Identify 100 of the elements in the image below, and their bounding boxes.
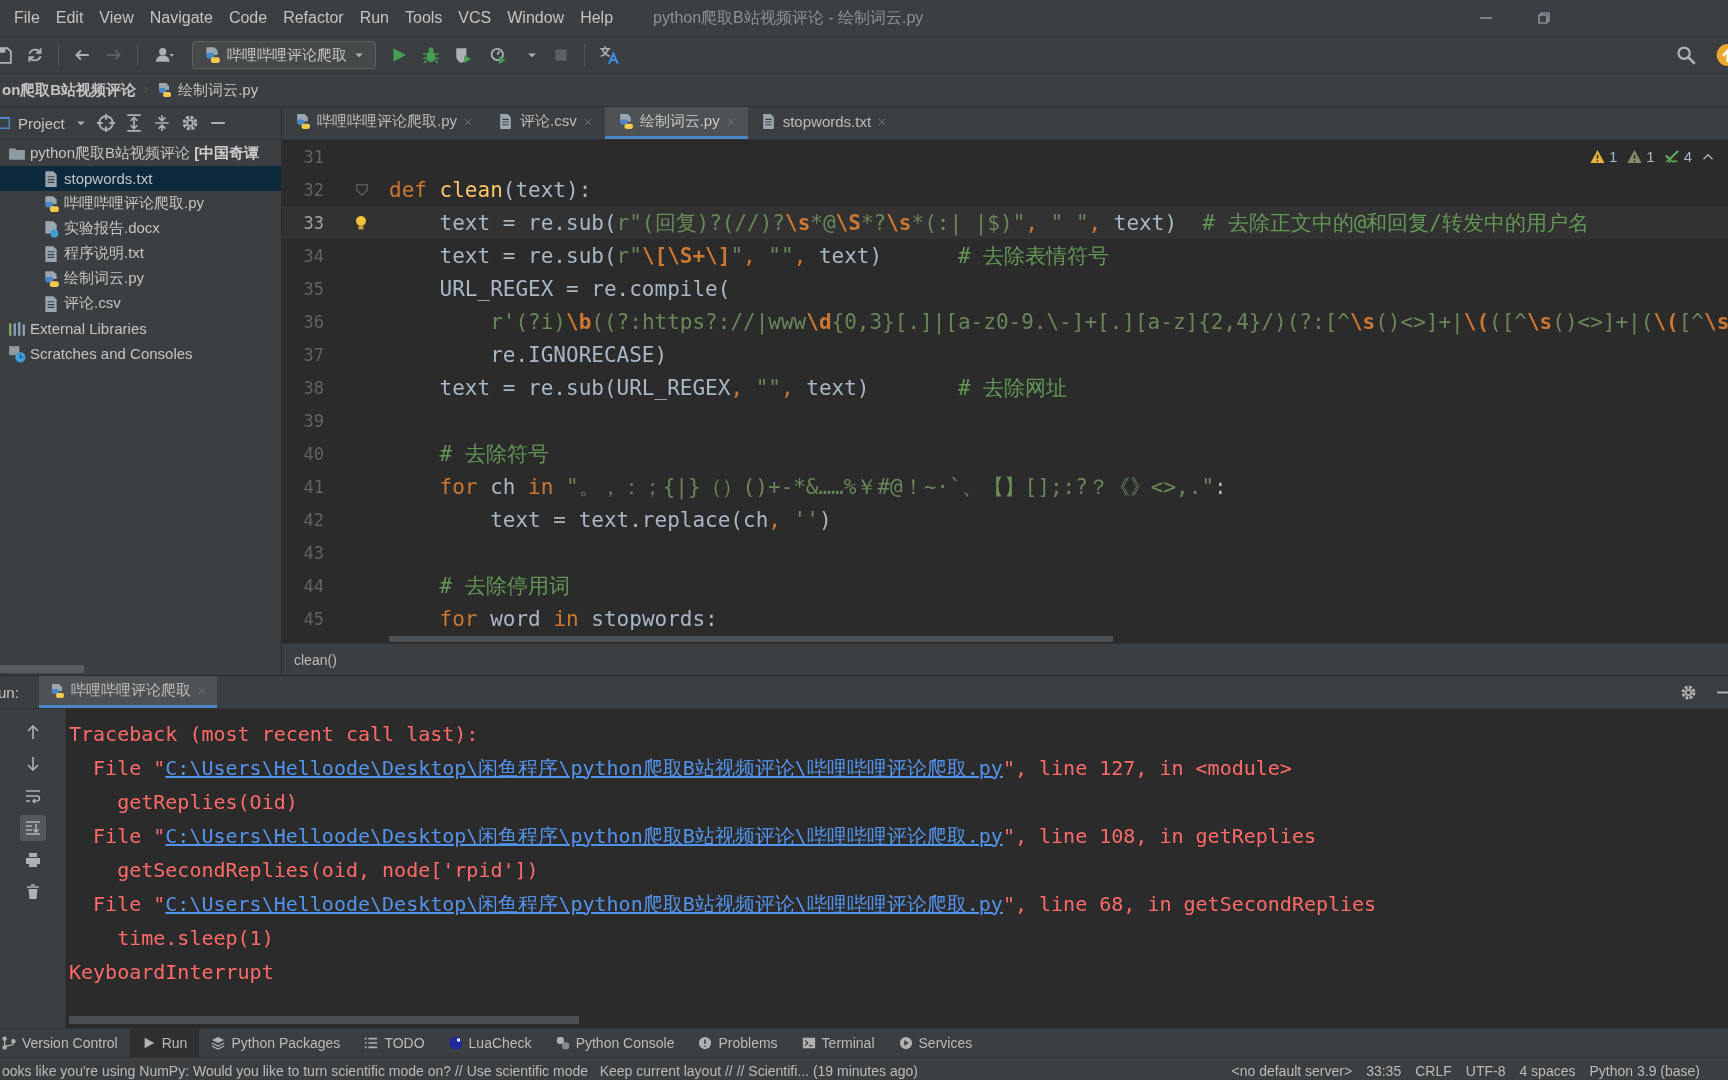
run-icon[interactable] bbox=[390, 46, 408, 64]
code-editor[interactable] bbox=[282, 140, 1728, 643]
menu-item[interactable]: Edit bbox=[47, 9, 92, 27]
check-icon[interactable] bbox=[1664, 149, 1680, 164]
file-link[interactable]: C:\Users\Helloode\Desktop\闲鱼程序\python爬取B站视频评论\哔哩哔哩评论爬取.py bbox=[165, 822, 1003, 850]
breadcrumb-item[interactable]: on爬取B站视频评论 bbox=[2, 80, 137, 100]
line-number: 32 bbox=[302, 179, 324, 200]
settings-icon[interactable] bbox=[1680, 683, 1697, 701]
status-message: ooks like you're using NumPy: Would you like to turn scientific mode on? // Use scientific mode Keep current layout // // Scientifi... (19 minutes ago) bbox=[2, 1063, 918, 1079]
editor-tab[interactable]: stopwords.txt bbox=[747, 107, 900, 139]
crosshair-icon[interactable] bbox=[96, 114, 115, 132]
menu-item[interactable]: Run bbox=[351, 9, 397, 27]
tree-item[interactable]: 哔哩哔哩评论爬取.py bbox=[0, 191, 281, 216]
menu-item[interactable]: File bbox=[6, 9, 48, 27]
expand-all-icon[interactable] bbox=[124, 114, 143, 132]
trash-icon bbox=[24, 884, 41, 900]
warning-icon[interactable] bbox=[1589, 149, 1605, 164]
project-view-dropdown[interactable]: Project bbox=[18, 114, 65, 132]
menu-item[interactable]: Help bbox=[572, 9, 622, 27]
settings-icon[interactable] bbox=[180, 114, 199, 132]
python-file-icon bbox=[294, 113, 311, 130]
status-item[interactable]: 4 spaces bbox=[1519, 1063, 1576, 1079]
status-item[interactable]: 33:35 bbox=[1366, 1063, 1402, 1079]
console-line: File "C:\Users\Helloode\Desktop\闲鱼程序\python爬取B站视频评论\哔哩哔哩评论爬取.py", line 127, in <module> bbox=[92, 753, 1293, 784]
shield-run-icon[interactable] bbox=[454, 46, 472, 64]
status-item[interactable]: CRLF bbox=[1415, 1063, 1452, 1079]
menu-item[interactable]: Navigate bbox=[141, 9, 221, 27]
tool-window-tab[interactable]: LuaCheck bbox=[436, 1029, 544, 1057]
run-configuration-dropdown[interactable]: 哔哩哔哩评论爬取 bbox=[192, 41, 376, 69]
status-item[interactable]: <no default server> bbox=[1231, 1063, 1353, 1079]
line-number: 41 bbox=[302, 476, 324, 497]
breadcrumb-item[interactable]: 绘制词云.py bbox=[178, 80, 259, 100]
menu-item[interactable]: Refactor bbox=[275, 9, 352, 27]
file-link[interactable]: C:\Users\Helloode\Desktop\闲鱼程序\python爬取B站视频评论\哔哩哔哩评论爬取.py bbox=[165, 754, 1003, 782]
console-line: getReplies(Oid) bbox=[116, 789, 299, 816]
menu-item[interactable]: Window bbox=[499, 9, 573, 27]
inspection-count[interactable]: 1 bbox=[1646, 148, 1655, 165]
line-number: 33 bbox=[302, 212, 324, 233]
text-file-icon bbox=[42, 169, 60, 188]
tree-item[interactable]: 绘制词云.py bbox=[0, 266, 281, 291]
alert-icon bbox=[698, 1036, 713, 1050]
scrollbar[interactable] bbox=[69, 1016, 579, 1024]
line-number: 40 bbox=[302, 443, 324, 464]
tool-window-tab[interactable]: Problems bbox=[686, 1029, 790, 1057]
warning-icon[interactable] bbox=[1627, 149, 1643, 164]
restore-icon[interactable] bbox=[1536, 10, 1552, 26]
tree-item[interactable]: 实验报告.docx bbox=[0, 216, 281, 241]
status-item[interactable]: UTF-8 bbox=[1465, 1063, 1506, 1079]
code-line: text = re.sub(r"\[\S+\]", "", text) # 去除表情符号 bbox=[438, 242, 1110, 270]
editor-tab[interactable]: 哔哩哔哩评论爬取.py bbox=[282, 107, 485, 139]
lightbulb-icon[interactable] bbox=[353, 213, 369, 232]
terminal-icon bbox=[801, 1036, 816, 1050]
bug-icon[interactable] bbox=[422, 46, 440, 64]
tool-window-tab[interactable]: Run bbox=[129, 1029, 200, 1057]
tool-window-tab[interactable]: Terminal bbox=[789, 1029, 887, 1057]
collapse-all-icon[interactable] bbox=[152, 114, 171, 132]
menu-item[interactable]: View bbox=[91, 9, 142, 27]
breadcrumb-item[interactable]: clean() bbox=[294, 651, 337, 668]
code-line: def clean(text): bbox=[389, 177, 592, 202]
python-file-icon bbox=[156, 82, 173, 98]
run-tab[interactable]: 哔哩哔哩评论爬取 bbox=[38, 676, 217, 708]
tree-item[interactable]: 评论.csv bbox=[0, 291, 281, 316]
code-line: r'(?i)\b((?:https?://|www\d{0,3}[.]|[a-z0-9.\-]+[.][a-z]{2,4}/)(?:[^\s()<>]+|\(([^\s()<>]+|(\([^\s bbox=[489, 309, 1728, 334]
refresh-icon[interactable] bbox=[26, 46, 44, 64]
scrollbar[interactable] bbox=[389, 636, 1113, 642]
console-line: KeyboardInterrupt bbox=[69, 959, 275, 986]
inspection-count[interactable]: 1 bbox=[1608, 148, 1618, 165]
tool-window-tab[interactable]: Version Control bbox=[0, 1029, 130, 1057]
code-line: re.IGNORECASE) bbox=[489, 342, 668, 367]
tool-window-tab[interactable]: Services bbox=[886, 1029, 985, 1057]
status-item[interactable]: Python 3.9 (base) bbox=[1589, 1063, 1700, 1079]
soft-wrap-icon bbox=[24, 788, 41, 804]
tree-item[interactable]: stopwords.txt bbox=[0, 166, 281, 191]
tree-item[interactable]: External Libraries bbox=[0, 316, 281, 341]
editor-tab[interactable]: 绘制词云.py bbox=[604, 107, 748, 139]
tree-item[interactable]: python爬取B站视频评论 [中国奇谭 bbox=[0, 141, 281, 166]
menu-item[interactable]: Tools bbox=[397, 9, 451, 27]
tree-item[interactable]: Scratches and Consoles bbox=[0, 341, 281, 366]
python-icon bbox=[555, 1036, 570, 1050]
tool-window-tab[interactable]: Python Console bbox=[543, 1029, 687, 1057]
line-number: 44 bbox=[302, 575, 324, 596]
tree-item[interactable]: 程序说明.txt bbox=[0, 241, 281, 266]
arrow-down-icon bbox=[24, 756, 41, 772]
python-file-icon bbox=[42, 194, 60, 213]
tool-window-tab[interactable]: TODO bbox=[352, 1029, 437, 1057]
code-line: text = re.sub(URL_REGEX, "", text) # 去除网址 bbox=[438, 374, 1068, 402]
file-link[interactable]: C:\Users\Helloode\Desktop\闲鱼程序\python爬取B站视频评论\哔哩哔哩评论爬取.py bbox=[165, 890, 1003, 918]
translate-icon[interactable] bbox=[599, 45, 619, 65]
inspection-count[interactable]: 4 bbox=[1683, 148, 1692, 165]
line-number: 43 bbox=[302, 542, 324, 563]
menu-item[interactable]: Code bbox=[220, 9, 276, 27]
document-icon bbox=[42, 219, 60, 238]
line-number: 39 bbox=[302, 410, 324, 431]
menu-item[interactable]: VCS bbox=[450, 9, 500, 27]
scrollbar[interactable] bbox=[0, 665, 84, 673]
scroll-to-end-button[interactable] bbox=[19, 815, 46, 841]
editor-tab[interactable]: 评论.csv bbox=[485, 107, 605, 139]
code-line: text = text.replace(ch, '') bbox=[489, 507, 832, 532]
tool-window-tab[interactable]: Python Packages bbox=[199, 1029, 353, 1057]
search-icon[interactable] bbox=[1676, 45, 1696, 65]
